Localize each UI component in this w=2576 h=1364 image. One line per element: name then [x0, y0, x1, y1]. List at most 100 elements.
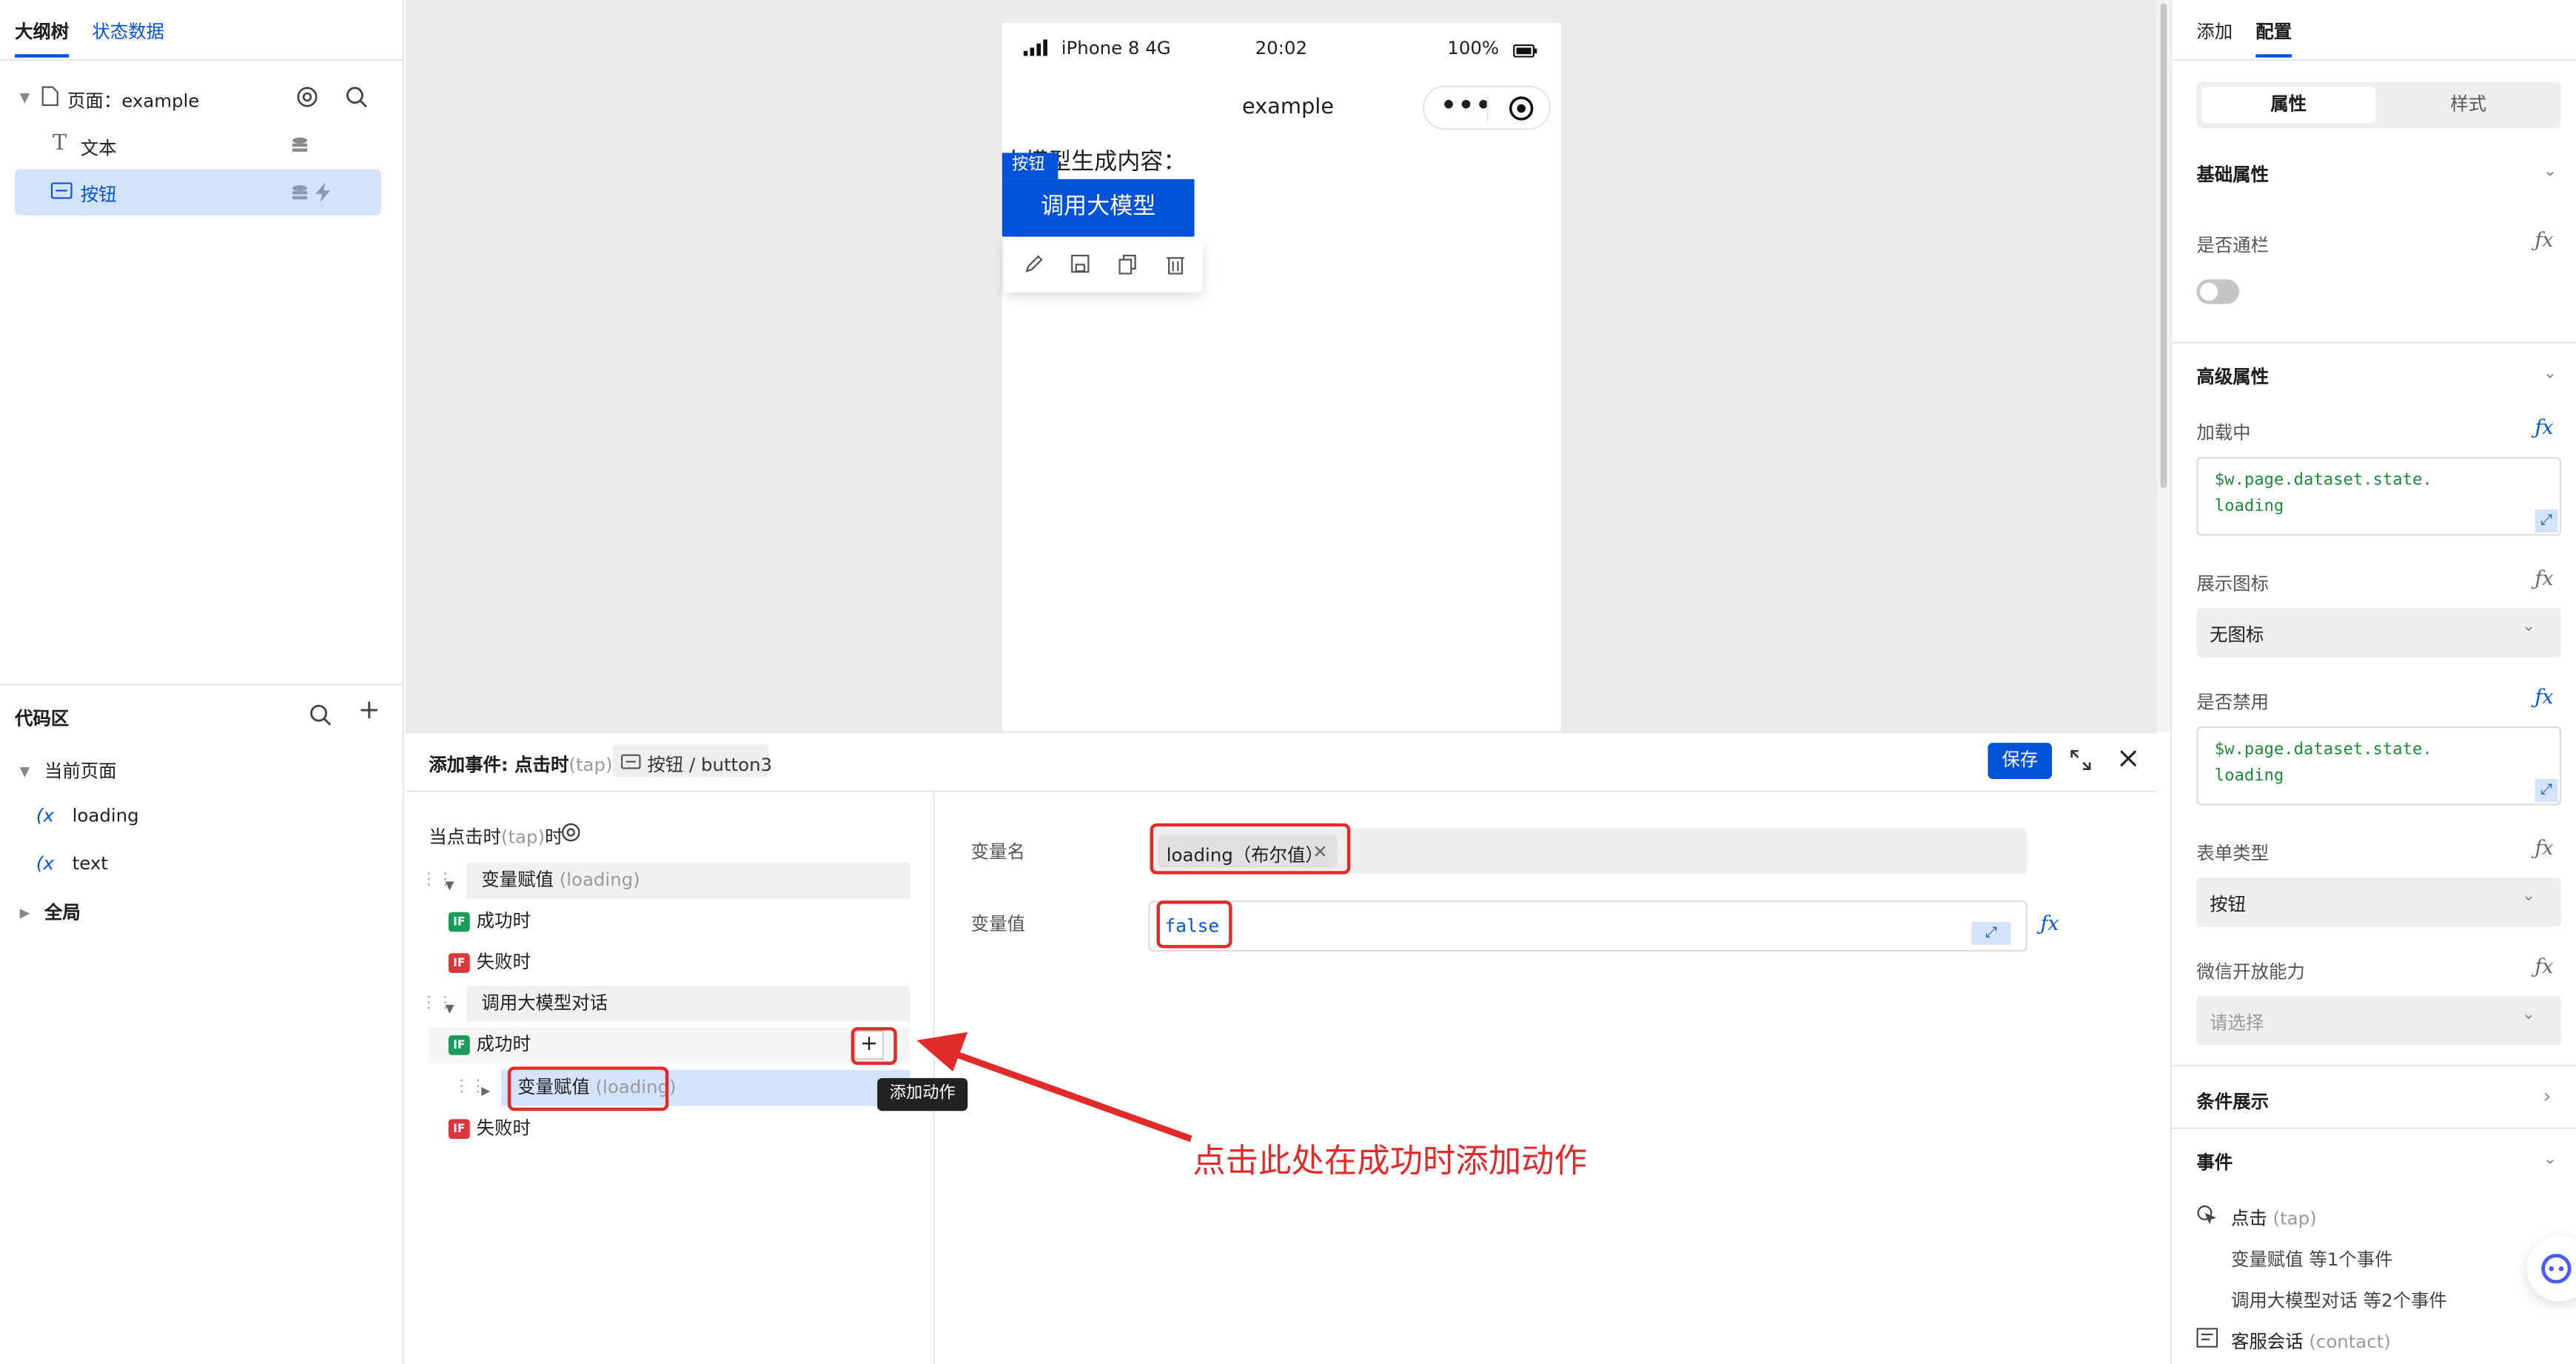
- caret-down-icon[interactable]: ▼: [445, 875, 454, 897]
- event-contact[interactable]: 客服会话 (contact): [2231, 1328, 2391, 1354]
- chevron-down-icon[interactable]: ⌄: [2543, 365, 2557, 383]
- edit-icon[interactable]: [1025, 255, 1043, 279]
- full-width-toggle[interactable]: [2196, 279, 2240, 304]
- expand-icon[interactable]: ⤢: [2535, 778, 2558, 803]
- current-page-group[interactable]: 当前页面: [44, 758, 117, 784]
- search-icon[interactable]: [345, 85, 368, 115]
- annotation-arrow: [916, 1032, 1193, 1143]
- tab-add[interactable]: 添加: [2196, 18, 2233, 44]
- fx-icon[interactable]: ƒx: [2535, 955, 2554, 977]
- tree-item-button[interactable]: 按钮: [14, 169, 381, 215]
- events-section[interactable]: 事件: [2196, 1149, 2233, 1175]
- caret-right-icon[interactable]: ▶: [20, 902, 30, 925]
- more-icon[interactable]: •••: [1440, 90, 1493, 120]
- save-icon[interactable]: [1071, 254, 1090, 279]
- add-icon[interactable]: +: [358, 696, 380, 723]
- caret-down-icon[interactable]: ▼: [445, 997, 454, 1020]
- basic-props-section[interactable]: 基础属性: [2196, 161, 2269, 187]
- variable-text[interactable]: text: [73, 853, 108, 875]
- chevron-down-icon[interactable]: ⌄: [2543, 1151, 2557, 1169]
- tree-item-page[interactable]: ▼ 页面：example: [15, 76, 381, 121]
- subtab-properties[interactable]: 属性: [2201, 87, 2376, 124]
- fx-icon[interactable]: ƒx: [2535, 415, 2554, 438]
- branch-success-2[interactable]: IF 成功时: [429, 1027, 910, 1063]
- chevron-right-icon[interactable]: ›: [2543, 1085, 2552, 1108]
- global-group[interactable]: 全局: [44, 899, 81, 926]
- fx-icon[interactable]: ƒx: [2535, 685, 2554, 708]
- page-label: 页面：example: [67, 90, 200, 112]
- capsule-menu[interactable]: •••: [1423, 85, 1552, 130]
- branch-fail-1[interactable]: IF 失败时: [448, 945, 531, 981]
- show-icon-select[interactable]: 无图标 ⌄: [2196, 608, 2562, 658]
- delete-icon[interactable]: [1166, 255, 1185, 281]
- save-button[interactable]: 保存: [1988, 743, 2053, 779]
- close-icon[interactable]: [2119, 749, 2137, 774]
- action-assign-loading[interactable]: 变量赋值 (loading): [466, 863, 910, 899]
- if-badge: IF: [448, 1035, 470, 1055]
- outline-panel: 大纲树 状态数据 ▼ 页面：example T 文本 按钮 代码区 + ▼ 当前…: [0, 0, 404, 1364]
- event-editor: 添加事件: 点击时(tap) 按钮 / button3 保存 当点击时(tap)…: [406, 731, 2158, 1364]
- loading-expression[interactable]: $w.page.dataset.state. loading: [2196, 456, 2562, 536]
- highlight-box: [507, 1066, 669, 1111]
- canvas-scrollbar-track[interactable]: [2157, 0, 2170, 732]
- full-width-label: 是否通栏: [2196, 235, 2269, 257]
- subtab-styles[interactable]: 样式: [2381, 87, 2556, 124]
- caret-down-icon[interactable]: ▼: [20, 87, 30, 110]
- selected-component-tag: 按钮: [1002, 153, 1059, 179]
- assistant-bubble[interactable]: [2526, 1235, 2576, 1302]
- tree-item-text[interactable]: T 文本: [15, 123, 381, 169]
- toggle-knob: [2199, 282, 2218, 301]
- divider: [1486, 95, 1489, 122]
- close-mini-program-icon[interactable]: [1508, 96, 1534, 128]
- chevron-down-icon: ⌄: [2521, 618, 2536, 636]
- highlight-box: [851, 1027, 897, 1066]
- search-icon[interactable]: [309, 703, 332, 733]
- chevron-down-icon[interactable]: ⌄: [2543, 163, 2557, 181]
- tap-icon: [2196, 1205, 2218, 1233]
- settings-icon[interactable]: [295, 85, 318, 115]
- button-type-icon: [50, 182, 73, 205]
- settings-icon[interactable]: [560, 822, 582, 850]
- llm-button[interactable]: 调用大模型: [1002, 178, 1195, 237]
- tab-active-indicator: [14, 54, 70, 58]
- divider: [2172, 1127, 2576, 1129]
- loading-label: 加载中: [2196, 422, 2251, 444]
- branch-success-1[interactable]: IF 成功时: [448, 904, 531, 940]
- advanced-props-section[interactable]: 高级属性: [2196, 363, 2269, 390]
- var-value-input[interactable]: false ⤢: [1148, 900, 2027, 952]
- status-battery: 100%: [1447, 38, 1500, 59]
- database-icon: [291, 136, 309, 161]
- variable-loading[interactable]: loading: [73, 805, 139, 826]
- event-tap-action-1[interactable]: 变量赋值 等1个事件: [2231, 1246, 2393, 1272]
- event-tap[interactable]: 点击 (tap): [2231, 1205, 2317, 1231]
- branch-fail-2[interactable]: IF 失败时: [448, 1111, 531, 1147]
- config-panel: 添加 配置 属性 样式 基础属性 ⌄ 是否通栏 ƒx 高级属性 ⌄ 加载中 ƒx…: [2170, 0, 2576, 1364]
- caret-down-icon[interactable]: ▼: [20, 761, 30, 784]
- battery-icon: [1513, 41, 1537, 64]
- disabled-expression[interactable]: $w.page.dataset.state. loading: [2196, 726, 2562, 806]
- canvas-scrollbar-thumb[interactable]: [2160, 3, 2167, 489]
- expand-icon[interactable]: ⤢: [2535, 509, 2558, 533]
- wechat-ability-select[interactable]: 请选择 ⌄: [2196, 995, 2562, 1046]
- form-type-select[interactable]: 按钮 ⌄: [2196, 877, 2562, 927]
- signal-icon: [1023, 39, 1050, 62]
- expand-icon[interactable]: ⤢: [1971, 922, 2011, 946]
- tab-state-data[interactable]: 状态数据: [92, 18, 164, 44]
- fx-icon[interactable]: ƒx: [2040, 912, 2059, 935]
- caret-right-icon[interactable]: ▶: [481, 1080, 490, 1103]
- tab-config[interactable]: 配置: [2255, 18, 2292, 44]
- fx-icon[interactable]: ƒx: [2535, 567, 2554, 590]
- fx-icon[interactable]: ƒx: [2535, 228, 2554, 251]
- condition-section[interactable]: 条件展示: [2196, 1088, 2269, 1114]
- divider: [0, 58, 404, 61]
- expand-icon[interactable]: [2070, 749, 2091, 778]
- tree-item-text-label: 文本: [80, 138, 117, 160]
- action-call-llm[interactable]: 调用大模型对话: [466, 986, 910, 1023]
- variable-icon: (x: [36, 805, 54, 827]
- tab-outline-tree[interactable]: 大纲树: [15, 18, 69, 44]
- divider: [2172, 341, 2576, 344]
- event-tap-action-2[interactable]: 调用大模型对话 等2个事件: [2231, 1287, 2447, 1314]
- fx-icon[interactable]: ƒx: [2535, 837, 2554, 860]
- copy-icon[interactable]: [1118, 254, 1136, 281]
- if-badge: IF: [448, 1119, 470, 1139]
